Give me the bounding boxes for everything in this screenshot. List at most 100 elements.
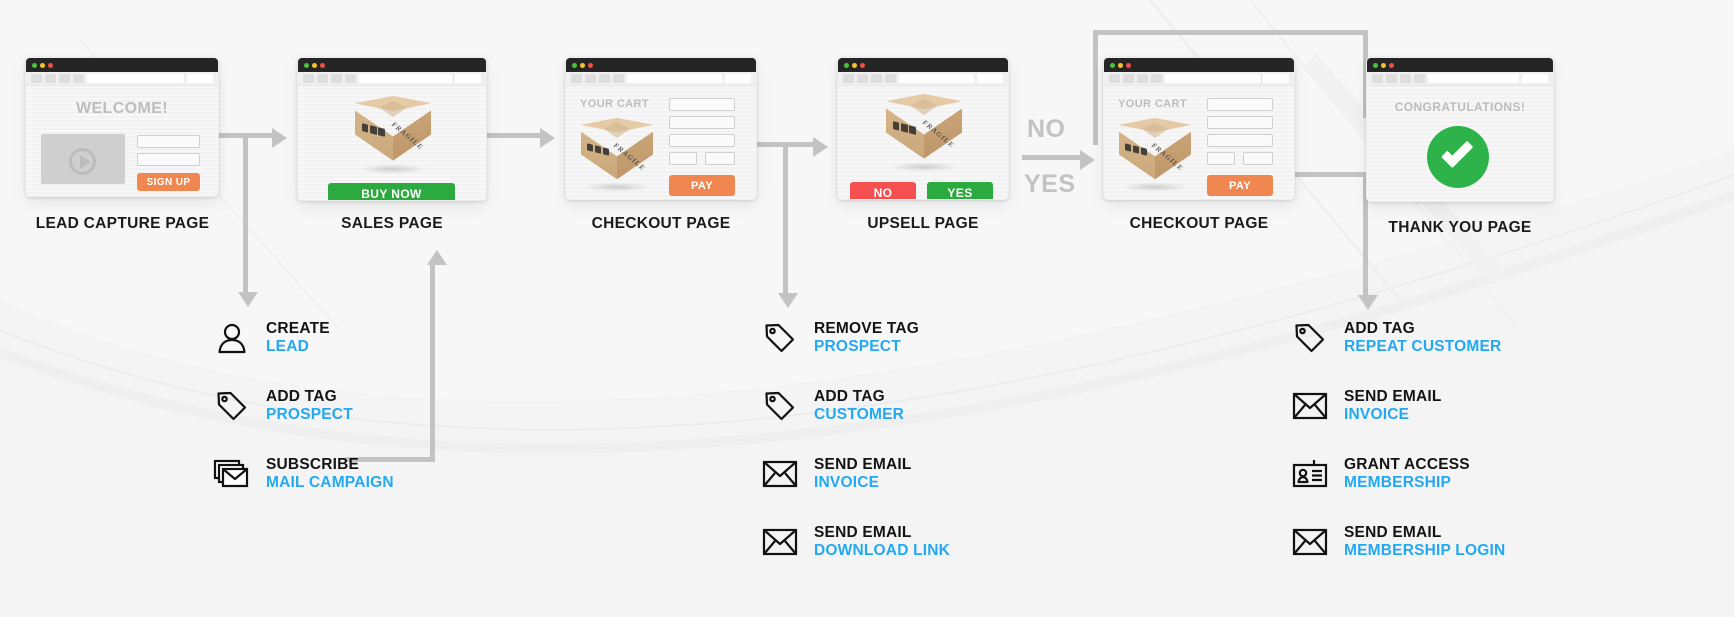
window-titlebar bbox=[838, 58, 1008, 72]
toolbar-square bbox=[1123, 74, 1134, 83]
action-item[interactable]: REMOVE TAG PROSPECT bbox=[760, 318, 950, 358]
checkout-field-5[interactable] bbox=[705, 152, 735, 165]
connector-subscribe-loop-vertical bbox=[430, 262, 435, 462]
action-item[interactable]: CREATE LEAD bbox=[212, 318, 394, 358]
lead-field-1[interactable] bbox=[137, 135, 200, 148]
action-item[interactable]: SEND EMAIL MEMBERSHIP LOGIN bbox=[1290, 522, 1505, 562]
caption-thank-you: THANK YOU PAGE bbox=[1388, 219, 1532, 236]
window-dot-green bbox=[572, 62, 577, 68]
toolbar-address-bar[interactable] bbox=[1428, 74, 1519, 83]
play-icon bbox=[80, 155, 91, 169]
page-checkout-1[interactable]: YOUR CART FRAGILE PAY bbox=[565, 57, 757, 200]
action-item[interactable]: ADD TAG REPEAT CUSTOMER bbox=[1290, 318, 1505, 358]
action-item[interactable]: SUBSCRIBE MAIL CAMPAIGN bbox=[212, 454, 394, 494]
connector-checkout-down bbox=[783, 142, 788, 297]
tag-icon bbox=[1290, 318, 1330, 358]
parcel-box-icon: FRAGILE bbox=[1119, 118, 1191, 193]
window-dot-green bbox=[1110, 62, 1115, 68]
parcel-box-icon: FRAGILE bbox=[581, 118, 653, 193]
toolbar-search-bar[interactable] bbox=[1522, 74, 1548, 83]
action-sub: MEMBERSHIP bbox=[1344, 474, 1452, 491]
action-title: SUBSCRIBE bbox=[266, 456, 360, 474]
page-sales[interactable]: FRAGILE BUY NOW bbox=[297, 57, 487, 201]
connector-no-up bbox=[1093, 33, 1098, 145]
parcel-shadow bbox=[356, 163, 430, 175]
lead-field-2[interactable] bbox=[137, 153, 200, 166]
action-text: GRANT ACCESS MEMBERSHIP bbox=[1344, 456, 1470, 492]
checkout-field-2[interactable] bbox=[1207, 116, 1273, 129]
toolbar-address-bar[interactable] bbox=[87, 74, 184, 83]
arrowhead-subscribe-loop bbox=[427, 250, 447, 265]
action-text: ADD TAG REPEAT CUSTOMER bbox=[1344, 320, 1501, 356]
caption-sales: SALES PAGE bbox=[341, 215, 443, 232]
branch-label-yes: YES bbox=[1024, 170, 1076, 198]
action-title: CREATE bbox=[266, 320, 330, 338]
window-body: YOUR CART FRAGILE PAY bbox=[1104, 86, 1294, 199]
toolbar-search-bar[interactable] bbox=[187, 74, 213, 83]
upsell-no-button[interactable]: NO bbox=[850, 182, 916, 199]
window-dot-green bbox=[32, 62, 37, 68]
toolbar-address-bar[interactable] bbox=[1165, 74, 1260, 83]
page-lead-capture[interactable]: WELCOME! SIGN UP bbox=[25, 57, 219, 197]
page-thank-you[interactable]: CONGRATULATIONS! bbox=[1366, 57, 1554, 202]
action-title: ADD TAG bbox=[266, 388, 337, 406]
lead-capture-headline: WELCOME! bbox=[75, 100, 169, 117]
connector-sales-to-checkout bbox=[487, 133, 543, 138]
arrowhead-thankyou-down bbox=[1358, 295, 1378, 310]
checkout-field-2[interactable] bbox=[669, 116, 735, 129]
toolbar-square bbox=[613, 74, 624, 83]
checkmark-glyph bbox=[1441, 135, 1474, 169]
toolbar-square bbox=[345, 74, 356, 83]
action-item[interactable]: SEND EMAIL DOWNLOAD LINK bbox=[760, 522, 950, 562]
toolbar-search-bar[interactable] bbox=[977, 74, 1003, 83]
buy-now-button[interactable]: BUY NOW bbox=[328, 183, 455, 200]
toolbar-search-bar[interactable] bbox=[725, 74, 751, 83]
action-item[interactable]: GRANT ACCESS MEMBERSHIP bbox=[1290, 454, 1505, 494]
toolbar-square bbox=[885, 74, 896, 83]
caption-checkout-1: CHECKOUT PAGE bbox=[591, 215, 731, 232]
page-upsell[interactable]: FRAGILE NO YES bbox=[837, 57, 1009, 200]
window-body: FRAGILE NO YES bbox=[838, 86, 1008, 199]
toolbar-address-bar[interactable] bbox=[899, 74, 974, 83]
pay-button[interactable]: PAY bbox=[669, 175, 735, 196]
window-dot-red bbox=[588, 62, 593, 68]
window-toolbar bbox=[26, 72, 218, 86]
sign-up-button[interactable]: SIGN UP bbox=[137, 173, 200, 191]
action-text: SEND EMAIL MEMBERSHIP LOGIN bbox=[1344, 524, 1505, 560]
pay-button[interactable]: PAY bbox=[1207, 175, 1273, 196]
action-item[interactable]: SEND EMAIL INVOICE bbox=[1290, 386, 1505, 426]
checkout-field-4[interactable] bbox=[669, 152, 697, 165]
checkout-field-3[interactable] bbox=[1207, 134, 1273, 147]
toolbar-square bbox=[1372, 74, 1383, 83]
window-titlebar bbox=[566, 58, 756, 72]
action-title: REMOVE TAG bbox=[814, 320, 920, 338]
checkout-field-1[interactable] bbox=[1207, 98, 1273, 111]
action-item[interactable]: SEND EMAIL INVOICE bbox=[760, 454, 950, 494]
toolbar-address-bar[interactable] bbox=[627, 74, 722, 83]
window-body: CONGRATULATIONS! bbox=[1367, 86, 1553, 201]
toolbar-search-bar[interactable] bbox=[1263, 74, 1289, 83]
checkout-field-4[interactable] bbox=[1207, 152, 1235, 165]
toolbar-square bbox=[585, 74, 596, 83]
checkout-field-3[interactable] bbox=[669, 134, 735, 147]
toolbar-square bbox=[843, 74, 854, 83]
action-item[interactable]: ADD TAG PROSPECT bbox=[212, 386, 394, 426]
thank-you-headline: CONGRATULATIONS! bbox=[1394, 100, 1526, 114]
toolbar-address-bar[interactable] bbox=[359, 74, 452, 83]
upsell-yes-button[interactable]: YES bbox=[927, 182, 993, 199]
checkout-field-1[interactable] bbox=[669, 98, 735, 111]
checkout-field-5[interactable] bbox=[1243, 152, 1273, 165]
toolbar-square bbox=[59, 74, 70, 83]
window-titlebar bbox=[1367, 58, 1553, 72]
toolbar-square bbox=[857, 74, 868, 83]
window-dot-green bbox=[1373, 62, 1378, 68]
parcel-box-icon: FRAGILE bbox=[886, 94, 962, 173]
parcel-left-face bbox=[355, 110, 393, 161]
toolbar-square bbox=[1151, 74, 1162, 83]
page-checkout-2[interactable]: YOUR CART FRAGILE PAY bbox=[1103, 57, 1295, 200]
tag-icon bbox=[760, 318, 800, 358]
toolbar-square bbox=[871, 74, 882, 83]
action-text: ADD TAG CUSTOMER bbox=[814, 388, 904, 424]
action-item[interactable]: ADD TAG CUSTOMER bbox=[760, 386, 950, 426]
toolbar-search-bar[interactable] bbox=[455, 74, 481, 83]
